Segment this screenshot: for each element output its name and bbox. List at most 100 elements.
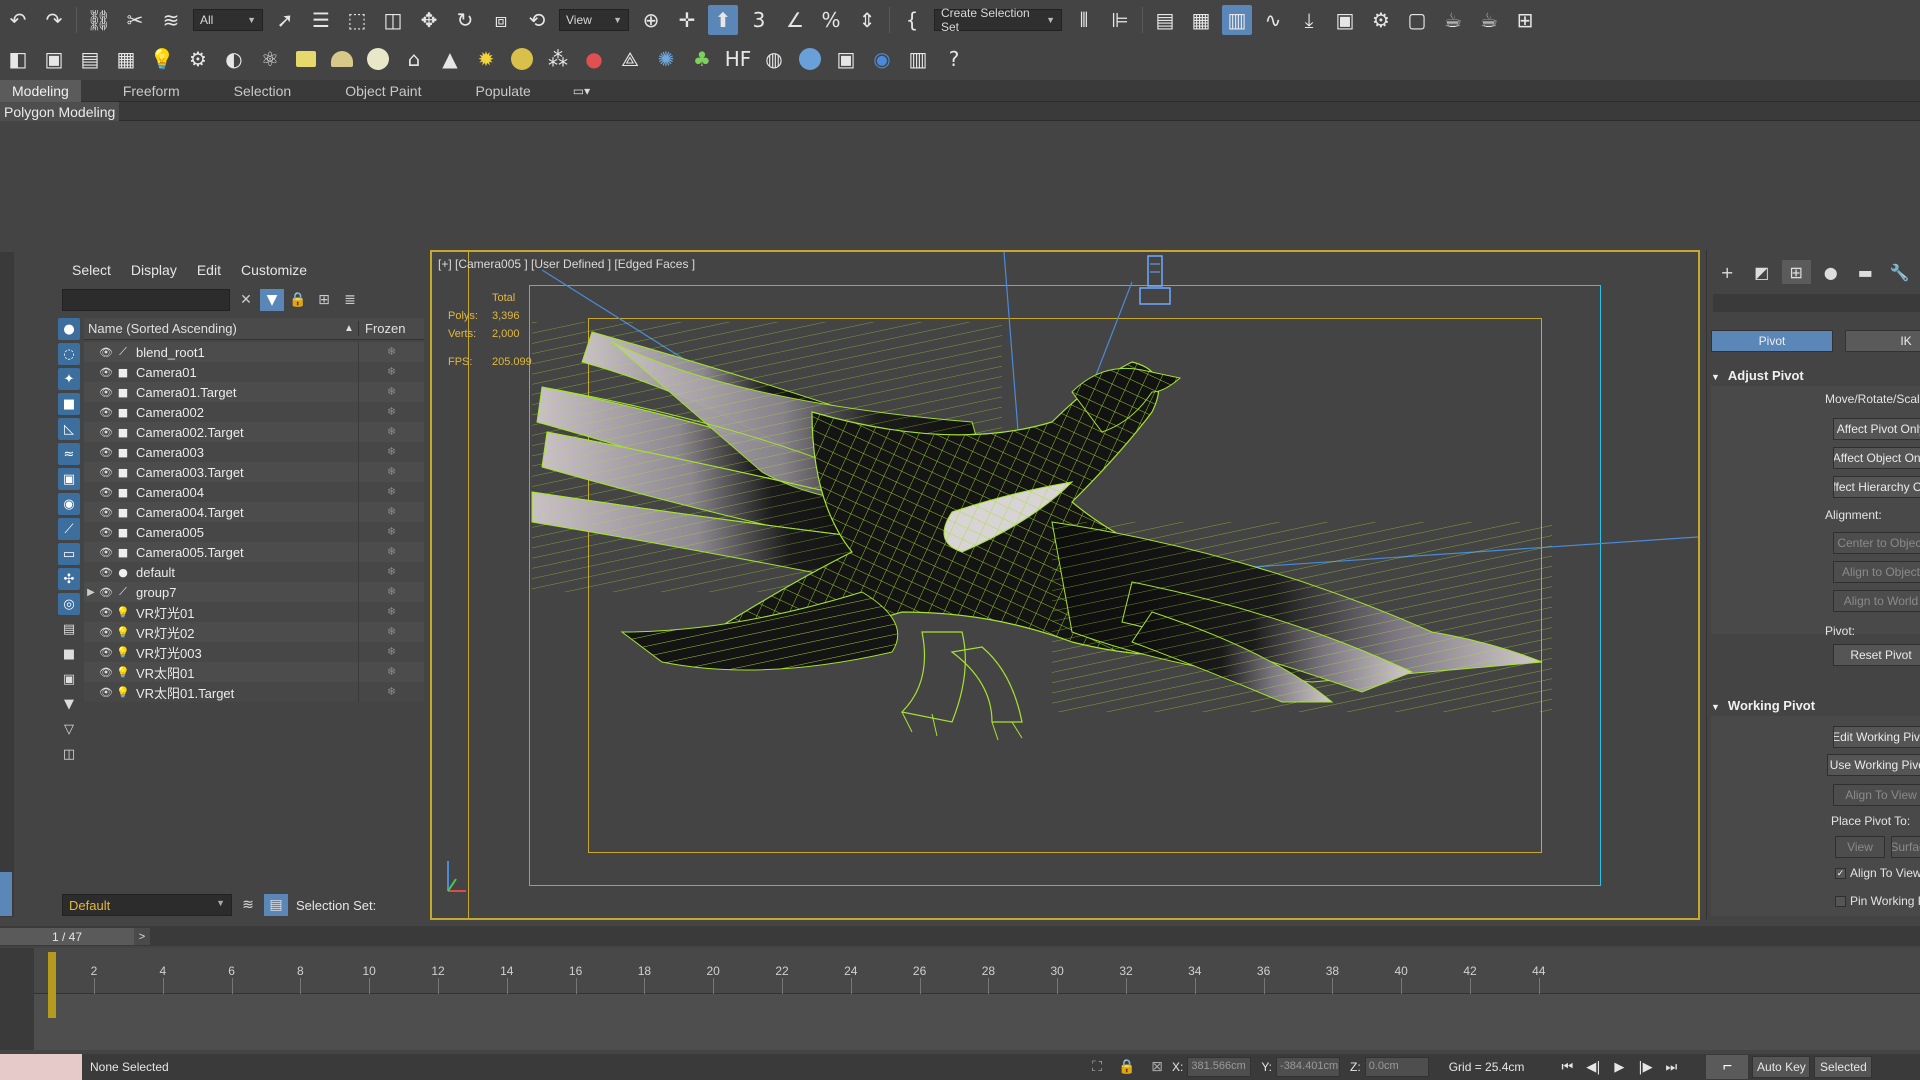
list-item[interactable]: 👁 ■ Camera003.Target ❄ — [84, 462, 424, 482]
link-icon[interactable]: ⛓ — [84, 5, 114, 35]
render-production-icon[interactable]: ☕ — [1438, 5, 1468, 35]
selection-filter-dropdown[interactable]: All ▼ — [193, 9, 263, 31]
frozen-column-header[interactable]: Frozen — [358, 321, 424, 336]
affect-object-only-button[interactable]: Affect Object Only — [1833, 447, 1920, 469]
layer-explorer-icon[interactable]: ▦ — [1186, 5, 1216, 35]
bind-space-warp-icon[interactable]: ≋ — [156, 5, 186, 35]
visibility-filter-icon[interactable]: ◎ — [58, 593, 80, 615]
menu-edit[interactable]: Edit — [197, 262, 221, 278]
camera-gizmo[interactable] — [1139, 255, 1171, 305]
menu-customize[interactable]: Customize — [241, 262, 307, 278]
ribbon-options-icon[interactable]: ▭▾ — [573, 84, 590, 98]
ik-button[interactable]: IK — [1845, 330, 1920, 352]
render-setup-icon[interactable]: ⚙ — [1366, 5, 1396, 35]
explorer-options-icon[interactable]: ◫ — [58, 743, 80, 765]
place-pivot-surface-button[interactable]: Surface — [1891, 836, 1920, 858]
vray-hair-icon[interactable]: HF — [723, 44, 753, 74]
playhead[interactable] — [48, 952, 56, 1018]
list-item[interactable]: 👁 ■ Camera002 ❄ — [84, 402, 424, 422]
next-frame-icon[interactable]: |▶ — [1633, 1056, 1657, 1078]
angle-snap-icon[interactable]: ∠ — [780, 5, 810, 35]
list-item[interactable]: 👁 ■ Camera004.Target ❄ — [84, 502, 424, 522]
working-pivot-rollout-header[interactable]: ▼ Working Pivot — [1711, 698, 1815, 713]
visibility-eye-icon[interactable]: 👁 — [98, 386, 114, 399]
list-item[interactable]: 👁 ■ Camera005 ❄ — [84, 522, 424, 542]
visibility-eye-icon[interactable]: 👁 — [98, 366, 114, 379]
hierarchy-icon[interactable]: ⊞ — [312, 289, 336, 311]
xrefs-filter-icon[interactable]: ◉ — [58, 493, 80, 515]
list-item[interactable]: 👁 💡 VR太阳01.Target ❄ — [84, 682, 424, 702]
list-item[interactable]: 👁 💡 VR灯光01 ❄ — [84, 602, 424, 622]
pivot-button[interactable]: Pivot — [1711, 330, 1833, 352]
list-item[interactable]: 👁 💡 VR灯光003 ❄ — [84, 642, 424, 662]
keyboard-shortcut-override-icon[interactable]: ⬆ — [708, 5, 738, 35]
select-and-move-icon[interactable]: ✥ — [414, 5, 444, 35]
edit-named-selection-icon[interactable]: { — [897, 5, 927, 35]
isolate-selection-icon[interactable]: ⛶ — [1086, 1056, 1108, 1078]
vray-dome-icon[interactable]: ◐ — [219, 44, 249, 74]
render-cloud-icon[interactable]: ⊞ — [1510, 5, 1540, 35]
previous-frame-icon[interactable]: ◀| — [1581, 1056, 1605, 1078]
help-icon[interactable]: ? — [939, 44, 969, 74]
helpers-filter-icon[interactable]: ◺ — [58, 418, 80, 440]
schematic-view-icon[interactable]: ⤓ — [1294, 5, 1324, 35]
scene-explorer-toggle-icon[interactable]: ▤ — [1150, 5, 1180, 35]
vray-material-icon[interactable]: ⚛ — [255, 44, 285, 74]
list-item[interactable]: 👁 ■ Camera004 ❄ — [84, 482, 424, 502]
vray-dome-light-icon[interactable] — [327, 44, 357, 74]
freeze-snowflake-icon[interactable]: ❄ — [358, 382, 424, 402]
next-frame-button[interactable]: > — [134, 928, 150, 945]
y-coordinate-field[interactable]: -384.401cm — [1276, 1057, 1341, 1077]
pivot-center-icon[interactable]: ⊕ — [636, 5, 666, 35]
list-item[interactable]: 👁 ■ Camera01 ❄ — [84, 362, 424, 382]
vray-mesh-light-icon[interactable]: ⌂ — [399, 44, 429, 74]
go-to-start-icon[interactable]: ⏮ — [1555, 1056, 1579, 1078]
polygon-modeling-label[interactable]: Polygon Modeling — [0, 102, 120, 121]
select-and-scale-icon[interactable]: ⧈ — [486, 5, 516, 35]
absolute-mode-icon[interactable]: ⊠ — [1146, 1056, 1168, 1078]
vray-sphere-fade-icon[interactable]: ● — [579, 44, 609, 74]
place-pivot-view-button[interactable]: View — [1835, 836, 1885, 858]
freeze-snowflake-icon[interactable]: ❄ — [358, 422, 424, 442]
time-slider[interactable]: 1 / 47 — [0, 928, 134, 945]
vray-clipper-icon[interactable]: ◍ — [759, 44, 789, 74]
viewport[interactable]: [+] [Camera005 ] [User Defined ] [Edged … — [430, 250, 1700, 920]
visibility-eye-icon[interactable]: 👁 — [98, 546, 114, 559]
named-selection-dropdown[interactable]: Create Selection Set ▼ — [934, 6, 1062, 34]
visibility-eye-icon[interactable]: 👁 — [98, 406, 114, 419]
utilities-tab-icon[interactable]: 🔧 — [1886, 260, 1915, 284]
list-item[interactable]: 👁 ● default ❄ — [84, 562, 424, 582]
align-to-view-button[interactable]: Align To View — [1833, 784, 1920, 806]
list-item[interactable]: 👁 💡 VR太阳01 ❄ — [84, 662, 424, 682]
align-to-view-checkbox[interactable]: ✓ Align To View — [1835, 866, 1920, 880]
select-and-place-icon[interactable]: ⟲ — [522, 5, 552, 35]
window-crossing-icon[interactable]: ◫ — [378, 5, 408, 35]
visibility-eye-icon[interactable]: 👁 — [98, 506, 114, 519]
vray-frame-buffer-icon[interactable]: ◧ — [3, 44, 33, 74]
display-tab-icon[interactable]: ▬ — [1851, 260, 1880, 284]
vray-ies-light-icon[interactable]: ▲ — [435, 44, 465, 74]
maxscript-listener[interactable] — [0, 1054, 82, 1080]
filter-icon[interactable]: ▼ — [260, 289, 284, 311]
tab-freeform[interactable]: Freeform — [111, 80, 192, 102]
z-coordinate-field[interactable]: 0.0cm — [1364, 1057, 1429, 1077]
use-working-pivot-button[interactable]: Use Working Pivot — [1827, 754, 1920, 776]
viewport-layout-tab[interactable] — [0, 872, 12, 916]
shapes-filter-icon[interactable]: ◌ — [58, 343, 80, 365]
vray-light-lister-icon[interactable]: 💡 — [147, 44, 177, 74]
select-by-name-icon[interactable]: ☰ — [306, 5, 336, 35]
list-item[interactable]: 👁 ■ Camera005.Target ❄ — [84, 542, 424, 562]
visibility-eye-icon[interactable]: 👁 — [98, 686, 114, 699]
vray-options-icon[interactable]: ▦ — [111, 44, 141, 74]
viewport-label[interactable]: [+] [Camera005 ] [User Defined ] [Edged … — [438, 257, 695, 271]
mirror-icon[interactable]: ⫴ — [1069, 5, 1099, 35]
selection-lock-icon[interactable]: 🔒 — [1116, 1056, 1138, 1078]
visibility-eye-icon[interactable]: 👁 — [98, 446, 114, 459]
freeze-snowflake-icon[interactable]: ❄ — [358, 462, 424, 482]
vray-volume-grid-icon[interactable]: ✺ — [651, 44, 681, 74]
redo-icon[interactable]: ↷ — [39, 5, 69, 35]
select-manipulate-icon[interactable]: ✛ — [672, 5, 702, 35]
undo-icon[interactable]: ↶ — [3, 5, 33, 35]
curve-editor-icon[interactable]: ∿ — [1258, 5, 1288, 35]
edit-working-pivot-button[interactable]: Edit Working Pivot — [1833, 726, 1920, 748]
